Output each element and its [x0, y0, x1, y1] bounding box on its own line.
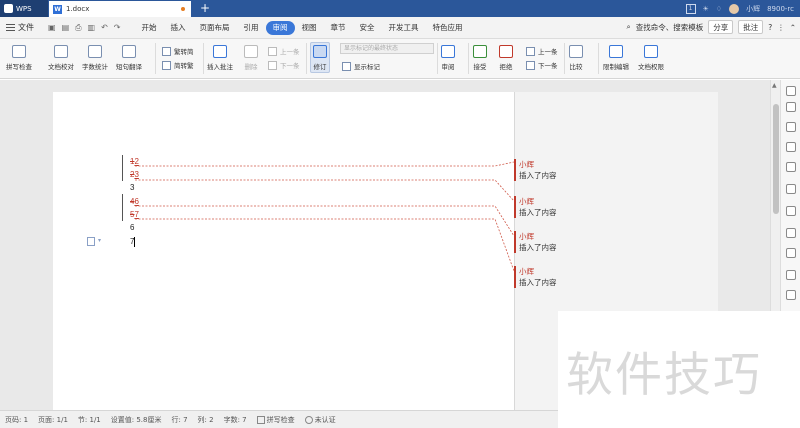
collapse-panel-icon[interactable] — [786, 86, 796, 96]
comment-text: 插入了内容 — [519, 171, 557, 180]
comment-text: 插入了内容 — [519, 243, 557, 252]
status-page-number[interactable]: 页码: 1 — [0, 415, 33, 425]
scrollbar-thumb[interactable] — [773, 104, 779, 214]
status-spellcheck-label: 拼写检查 — [266, 415, 295, 424]
copy-icon[interactable] — [786, 228, 796, 238]
comment-author: 小辉 — [519, 197, 534, 206]
stamp-icon[interactable] — [786, 162, 796, 172]
status-setting[interactable]: 设置值: 5.8厘米 — [106, 415, 167, 425]
status-page[interactable]: 页面: 1/1 — [33, 415, 73, 425]
status-column: 列: 2 — [197, 415, 214, 424]
comment-text: 插入了内容 — [519, 208, 557, 217]
revision-balloon[interactable]: 小辉 插入了内容 — [514, 231, 574, 253]
status-certification-label: 未认证 — [314, 415, 336, 424]
comment-author: 小辉 — [519, 267, 534, 276]
revision-balloon[interactable]: 小辉 插入了内容 — [514, 196, 574, 218]
certification-icon — [304, 415, 313, 424]
shape-icon[interactable] — [786, 142, 796, 152]
table-icon[interactable] — [786, 184, 796, 194]
status-section[interactable]: 节: 1/1 — [73, 415, 106, 425]
pen-icon[interactable] — [786, 102, 796, 112]
comment-author: 小辉 — [519, 232, 534, 241]
comment-author: 小辉 — [519, 160, 534, 169]
share-icon[interactable] — [786, 248, 796, 258]
backup-icon[interactable] — [786, 290, 796, 300]
status-row: 行: 7 — [171, 415, 188, 424]
watermark-text: 软件技巧 — [566, 348, 762, 403]
comment-text: 插入了内容 — [519, 278, 557, 287]
export-icon[interactable] — [786, 270, 796, 280]
revision-balloon[interactable]: 小辉 插入了内容 — [514, 159, 574, 181]
revision-balloon[interactable]: 小辉 插入了内容 — [514, 266, 574, 288]
settings-icon[interactable] — [786, 206, 796, 216]
select-icon[interactable] — [786, 122, 796, 132]
spellcheck-status-icon — [256, 415, 265, 424]
status-certification[interactable]: 未认证 — [300, 415, 341, 425]
status-word-count[interactable]: 字数: 7 — [219, 415, 252, 425]
scroll-up-icon[interactable]: ▲ — [772, 82, 777, 89]
status-spellcheck[interactable]: 拼写检查 — [252, 415, 300, 425]
